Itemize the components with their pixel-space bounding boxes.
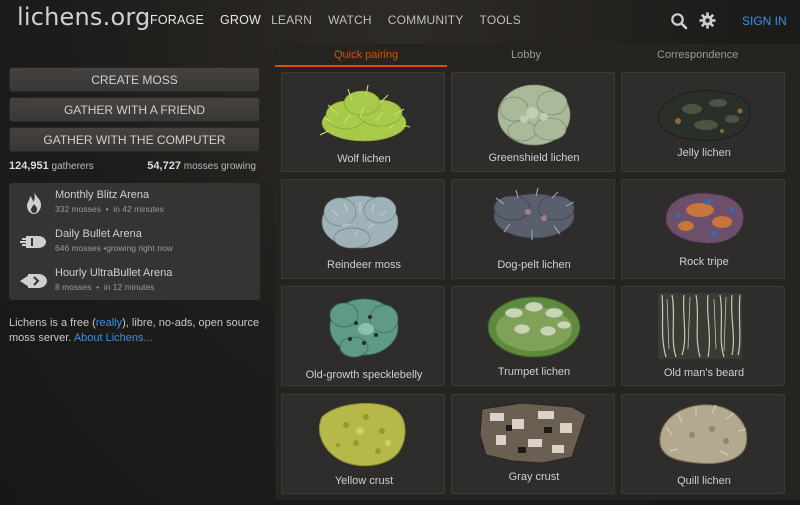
flame-icon <box>27 192 41 214</box>
pairing-label: Gray crust <box>508 471 560 483</box>
arena-time: in 12 minutes <box>103 282 155 292</box>
nav-grow[interactable]: GROW <box>220 13 261 27</box>
gather-with-computer-button[interactable]: GATHER WITH THE COMPUTER <box>9 127 260 152</box>
pairing-rock-tripe[interactable]: Rock tripe <box>621 179 785 279</box>
tab-correspondence[interactable]: Correspondence <box>657 49 738 61</box>
arena-time: in 42 minutes <box>113 204 164 214</box>
pairing-label: Wolf lichen <box>337 153 391 165</box>
pairing-old-growth-specklebelly[interactable]: Old-growth specklebelly <box>281 286 445 386</box>
pairing-label: Rock tripe <box>679 256 729 268</box>
pairing-label: Dog-pelt lichen <box>497 259 571 271</box>
gear-icon[interactable] <box>699 12 716 29</box>
about-pre: Lichens is a free ( <box>9 317 96 329</box>
site-logo[interactable]: lichens.org <box>17 3 150 31</box>
nav-tools[interactable]: TOOLS <box>480 13 521 27</box>
pairing-label: Trumpet lichen <box>497 366 571 378</box>
mosses-count: 54,727 <box>147 160 181 172</box>
pairing-wolf-lichen[interactable]: Wolf lichen <box>281 72 445 172</box>
pairing-dog-pelt-lichen[interactable]: Dog-pelt lichen <box>451 179 615 279</box>
site-counts: 124,951 gatherers 54,727 mosses growing <box>9 160 260 172</box>
pairing-label: Quill lichen <box>677 475 731 487</box>
pairing-greenshield-lichen[interactable]: Greenshield lichen <box>451 72 615 172</box>
about-text: Lichens is a free (really), libre, no-ad… <box>9 316 269 346</box>
pairing-trumpet-lichen[interactable]: Trumpet lichen <box>451 286 615 386</box>
nav-learn[interactable]: LEARN <box>271 13 312 27</box>
arena-separator: • <box>105 204 109 214</box>
active-tab-underline <box>275 65 447 67</box>
gatherers-count: 124,951 <box>9 160 49 172</box>
pairing-label: Greenshield lichen <box>488 152 580 164</box>
search-icon[interactable] <box>670 12 688 30</box>
pairing-label: Old-growth specklebelly <box>305 369 423 381</box>
arena-title: Monthly Blitz Arena <box>55 189 150 201</box>
pairing-quill-lichen[interactable]: Quill lichen <box>621 394 785 494</box>
pairing-label: Reindeer moss <box>327 259 401 271</box>
gatherers-label: gatherers <box>51 161 94 172</box>
pairing-jelly-lichen[interactable]: Jelly lichen <box>621 72 785 172</box>
arena-subtitle: 646 mosses •growing right now <box>55 243 173 253</box>
arena-time: growing right now <box>106 243 173 253</box>
pairing-label: Yellow crust <box>334 475 394 487</box>
pairing-gray-crust[interactable]: Gray crust <box>451 394 615 494</box>
arena-title: Hourly UltraBullet Arena <box>55 267 173 279</box>
pairing-reindeer-moss[interactable]: Reindeer moss <box>281 179 445 279</box>
gather-with-friend-button[interactable]: GATHER WITH A FRIEND <box>9 97 260 122</box>
really-link[interactable]: really <box>96 317 122 329</box>
arena-count: 8 mosses <box>55 282 92 292</box>
pairing-old-mans-beard[interactable]: Old man's beard <box>621 286 785 386</box>
panel-tabs: Quick pairing Lobby Correspondence <box>275 44 800 67</box>
arena-list: Monthly Blitz Arena 332 mosses • in 42 m… <box>9 183 260 300</box>
arena-count: 332 mosses <box>55 204 101 214</box>
create-moss-button[interactable]: CREATE MOSS <box>9 67 260 92</box>
arena-count: 646 mosses <box>55 243 101 253</box>
pairing-label: Old man's beard <box>663 367 745 379</box>
pairing-yellow-crust[interactable]: Yellow crust <box>281 394 445 494</box>
bullet-icon <box>20 236 46 248</box>
site-header: lichens.org FORAGE GROW LEARN WATCH COMM… <box>0 0 800 44</box>
arena-subtitle: 8 mosses • in 12 minutes <box>55 282 154 292</box>
main-nav: FORAGE GROW LEARN WATCH COMMUNITY TOOLS <box>150 13 537 27</box>
arena-item-hourly-ultrabullet[interactable]: Hourly UltraBullet Arena 8 mosses • in 1… <box>9 261 260 300</box>
ultrabullet-icon <box>20 274 47 288</box>
nav-watch[interactable]: WATCH <box>328 13 372 27</box>
sign-in-link[interactable]: SIGN IN <box>742 14 787 28</box>
arena-title: Daily Bullet Arena <box>55 228 142 240</box>
about-lichens-link[interactable]: About Lichens... <box>74 332 153 344</box>
pairing-panel: Quick pairing Lobby Correspondence Wolf … <box>275 44 800 500</box>
mosses-label: mosses growing <box>183 161 256 172</box>
arena-item-monthly-blitz[interactable]: Monthly Blitz Arena 332 mosses • in 42 m… <box>9 183 260 222</box>
nav-forage[interactable]: FORAGE <box>150 13 204 27</box>
arena-subtitle: 332 mosses • in 42 minutes <box>55 204 164 214</box>
tab-quick-pairing[interactable]: Quick pairing <box>334 49 398 61</box>
tab-lobby[interactable]: Lobby <box>511 49 541 61</box>
arena-item-daily-bullet[interactable]: Daily Bullet Arena 646 mosses •growing r… <box>9 222 260 261</box>
arena-separator: • <box>96 282 100 292</box>
nav-community[interactable]: COMMUNITY <box>388 13 464 27</box>
pairing-label: Jelly lichen <box>677 147 731 159</box>
